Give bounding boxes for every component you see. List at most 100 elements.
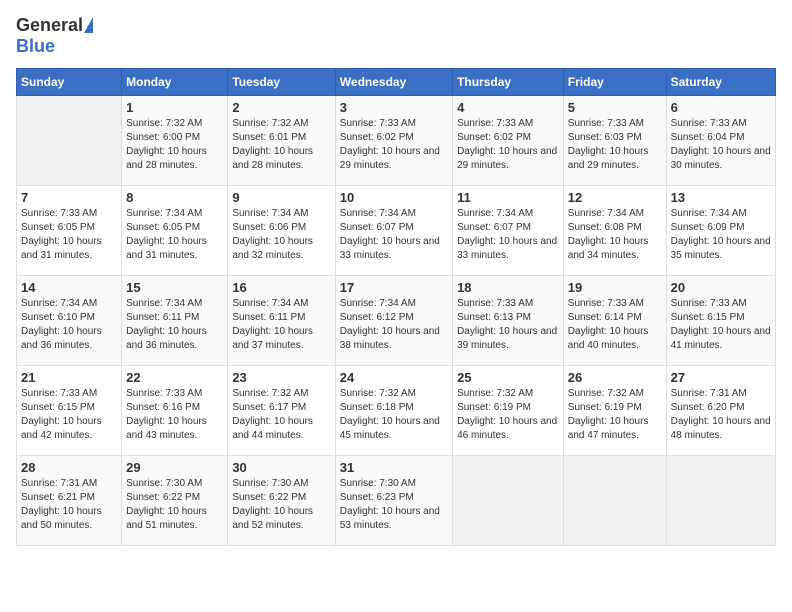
calendar-cell xyxy=(563,455,666,545)
calendar-week-2: 7 Sunrise: 7:33 AMSunset: 6:05 PMDaylight… xyxy=(17,185,776,275)
calendar-cell: 8 Sunrise: 7:34 AMSunset: 6:05 PMDaylight… xyxy=(122,185,228,275)
calendar-cell: 27 Sunrise: 7:31 AMSunset: 6:20 PMDayligh… xyxy=(666,365,775,455)
day-number: 31 xyxy=(340,460,448,475)
day-info: Sunrise: 7:33 AMSunset: 6:16 PMDaylight:… xyxy=(126,387,223,443)
calendar-cell: 29 Sunrise: 7:30 AMSunset: 6:22 PMDayligh… xyxy=(122,455,228,545)
day-info: Sunrise: 7:34 AMSunset: 6:11 PMDaylight:… xyxy=(126,297,223,353)
calendar-cell: 17Sunrise: 7:34 AMSunset: 6:12 PMDayligh… xyxy=(335,275,452,365)
calendar-header-row: SundayMondayTuesdayWednesdayThursdayFrid… xyxy=(17,68,776,95)
calendar-cell: 20 Sunrise: 7:33 AMSunset: 6:15 PMDayligh… xyxy=(666,275,775,365)
calendar-cell: 14 Sunrise: 7:34 AMSunset: 6:10 PMDayligh… xyxy=(17,275,122,365)
day-number: 10 xyxy=(340,190,448,205)
day-info: Sunrise: 7:32 AMSunset: 6:00 PMDaylight:… xyxy=(126,117,223,173)
day-info: Sunrise: 7:30 AMSunset: 6:23 PMDaylight:… xyxy=(340,477,448,533)
header-friday: Friday xyxy=(563,68,666,95)
day-info: Sunrise: 7:33 AMSunset: 6:05 PMDaylight:… xyxy=(21,207,117,263)
day-info: Sunrise: 7:33 AMSunset: 6:02 PMDaylight:… xyxy=(457,117,559,173)
calendar-cell: 11 Sunrise: 7:34 AMSunset: 6:07 PMDayligh… xyxy=(453,185,564,275)
calendar-cell: 26 Sunrise: 7:32 AMSunset: 6:19 PMDayligh… xyxy=(563,365,666,455)
day-info: Sunrise: 7:34 AMSunset: 6:08 PMDaylight:… xyxy=(568,207,662,263)
calendar-cell: 24 Sunrise: 7:32 AMSunset: 6:18 PMDayligh… xyxy=(335,365,452,455)
day-number: 25 xyxy=(457,370,559,385)
calendar-week-4: 21 Sunrise: 7:33 AMSunset: 6:15 PMDayligh… xyxy=(17,365,776,455)
page-header: General Blue xyxy=(16,16,776,56)
day-info: Sunrise: 7:34 AMSunset: 6:10 PMDaylight:… xyxy=(21,297,117,353)
calendar-cell: 23 Sunrise: 7:32 AMSunset: 6:17 PMDayligh… xyxy=(228,365,335,455)
day-number: 18 xyxy=(457,280,559,295)
day-info: Sunrise: 7:32 AMSunset: 6:18 PMDaylight:… xyxy=(340,387,448,443)
day-info: Sunrise: 7:33 AMSunset: 6:15 PMDaylight:… xyxy=(671,297,771,353)
calendar-week-1: 1 Sunrise: 7:32 AMSunset: 6:00 PMDaylight… xyxy=(17,95,776,185)
calendar-cell xyxy=(666,455,775,545)
calendar-cell: 13Sunrise: 7:34 AMSunset: 6:09 PMDayligh… xyxy=(666,185,775,275)
day-info: Sunrise: 7:33 AMSunset: 6:02 PMDaylight:… xyxy=(340,117,448,173)
day-number: 30 xyxy=(232,460,330,475)
day-number: 24 xyxy=(340,370,448,385)
day-number: 29 xyxy=(126,460,223,475)
calendar-cell: 28 Sunrise: 7:31 AMSunset: 6:21 PMDayligh… xyxy=(17,455,122,545)
day-info: Sunrise: 7:33 AMSunset: 6:03 PMDaylight:… xyxy=(568,117,662,173)
calendar-week-5: 28 Sunrise: 7:31 AMSunset: 6:21 PMDayligh… xyxy=(17,455,776,545)
calendar-cell: 16 Sunrise: 7:34 AMSunset: 6:11 PMDayligh… xyxy=(228,275,335,365)
day-info: Sunrise: 7:33 AMSunset: 6:14 PMDaylight:… xyxy=(568,297,662,353)
day-info: Sunrise: 7:31 AMSunset: 6:21 PMDaylight:… xyxy=(21,477,117,533)
day-number: 4 xyxy=(457,100,559,115)
day-number: 8 xyxy=(126,190,223,205)
day-number: 7 xyxy=(21,190,117,205)
calendar-cell: 21 Sunrise: 7:33 AMSunset: 6:15 PMDayligh… xyxy=(17,365,122,455)
calendar-cell: 7 Sunrise: 7:33 AMSunset: 6:05 PMDaylight… xyxy=(17,185,122,275)
calendar-cell: 18 Sunrise: 7:33 AMSunset: 6:13 PMDayligh… xyxy=(453,275,564,365)
day-number: 27 xyxy=(671,370,771,385)
calendar-cell: 1 Sunrise: 7:32 AMSunset: 6:00 PMDaylight… xyxy=(122,95,228,185)
day-number: 20 xyxy=(671,280,771,295)
logo: General Blue xyxy=(16,16,94,56)
calendar-cell: 12 Sunrise: 7:34 AMSunset: 6:08 PMDayligh… xyxy=(563,185,666,275)
day-number: 16 xyxy=(232,280,330,295)
day-info: Sunrise: 7:34 AMSunset: 6:05 PMDaylight:… xyxy=(126,207,223,263)
day-info: Sunrise: 7:32 AMSunset: 6:17 PMDaylight:… xyxy=(232,387,330,443)
day-number: 14 xyxy=(21,280,117,295)
day-number: 22 xyxy=(126,370,223,385)
day-info: Sunrise: 7:32 AMSunset: 6:19 PMDaylight:… xyxy=(457,387,559,443)
day-number: 21 xyxy=(21,370,117,385)
calendar-cell: 6Sunrise: 7:33 AMSunset: 6:04 PMDaylight… xyxy=(666,95,775,185)
day-number: 23 xyxy=(232,370,330,385)
day-info: Sunrise: 7:33 AMSunset: 6:15 PMDaylight:… xyxy=(21,387,117,443)
day-info: Sunrise: 7:34 AMSunset: 6:07 PMDaylight:… xyxy=(340,207,448,263)
calendar-cell: 15 Sunrise: 7:34 AMSunset: 6:11 PMDayligh… xyxy=(122,275,228,365)
day-info: Sunrise: 7:30 AMSunset: 6:22 PMDaylight:… xyxy=(126,477,223,533)
day-number: 11 xyxy=(457,190,559,205)
calendar-cell xyxy=(17,95,122,185)
header-tuesday: Tuesday xyxy=(228,68,335,95)
day-info: Sunrise: 7:30 AMSunset: 6:22 PMDaylight:… xyxy=(232,477,330,533)
day-info: Sunrise: 7:32 AMSunset: 6:01 PMDaylight:… xyxy=(232,117,330,173)
day-number: 1 xyxy=(126,100,223,115)
day-number: 15 xyxy=(126,280,223,295)
header-monday: Monday xyxy=(122,68,228,95)
day-info: Sunrise: 7:32 AMSunset: 6:19 PMDaylight:… xyxy=(568,387,662,443)
calendar-cell: 10 Sunrise: 7:34 AMSunset: 6:07 PMDayligh… xyxy=(335,185,452,275)
day-info: Sunrise: 7:34 AMSunset: 6:11 PMDaylight:… xyxy=(232,297,330,353)
calendar-cell: 9Sunrise: 7:34 AMSunset: 6:06 PMDaylight… xyxy=(228,185,335,275)
day-number: 2 xyxy=(232,100,330,115)
calendar-cell: 2 Sunrise: 7:32 AMSunset: 6:01 PMDaylight… xyxy=(228,95,335,185)
calendar-cell: 31 Sunrise: 7:30 AMSunset: 6:23 PMDayligh… xyxy=(335,455,452,545)
calendar-cell: 19 Sunrise: 7:33 AMSunset: 6:14 PMDayligh… xyxy=(563,275,666,365)
day-info: Sunrise: 7:33 AMSunset: 6:13 PMDaylight:… xyxy=(457,297,559,353)
day-number: 9 xyxy=(232,190,330,205)
calendar-cell: 25 Sunrise: 7:32 AMSunset: 6:19 PMDayligh… xyxy=(453,365,564,455)
day-number: 28 xyxy=(21,460,117,475)
day-number: 13 xyxy=(671,190,771,205)
day-number: 26 xyxy=(568,370,662,385)
day-info: Sunrise: 7:31 AMSunset: 6:20 PMDaylight:… xyxy=(671,387,771,443)
day-number: 12 xyxy=(568,190,662,205)
day-number: 17 xyxy=(340,280,448,295)
header-sunday: Sunday xyxy=(17,68,122,95)
calendar-cell: 5Sunrise: 7:33 AMSunset: 6:03 PMDaylight… xyxy=(563,95,666,185)
logo-text-blue: Blue xyxy=(16,36,55,56)
day-number: 19 xyxy=(568,280,662,295)
day-info: Sunrise: 7:34 AMSunset: 6:07 PMDaylight:… xyxy=(457,207,559,263)
day-info: Sunrise: 7:33 AMSunset: 6:04 PMDaylight:… xyxy=(671,117,771,173)
logo-icon xyxy=(84,17,93,33)
calendar-cell xyxy=(453,455,564,545)
